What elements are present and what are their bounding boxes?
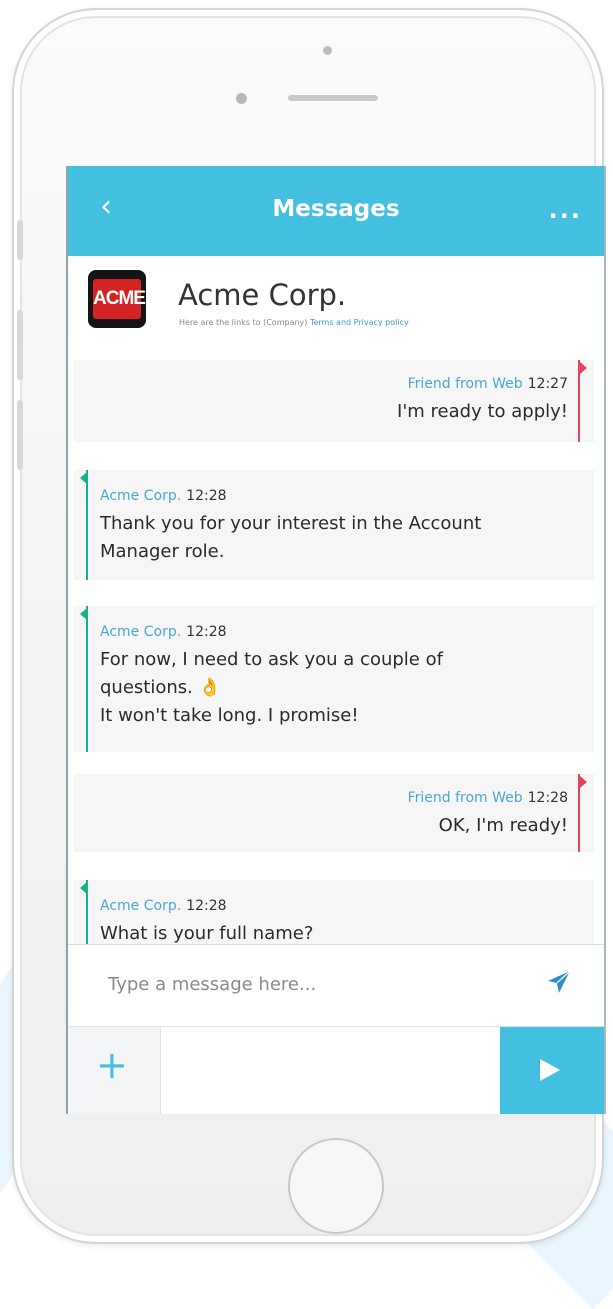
phone-front-camera xyxy=(236,93,247,104)
message-sender: Acme Corp. xyxy=(100,488,182,504)
company-name: Acme Corp. xyxy=(178,278,347,312)
incoming-flag-icon xyxy=(80,608,87,620)
plus-icon: + xyxy=(96,1043,128,1087)
app-topbar: ‹ Messages ... xyxy=(68,166,604,256)
phone-volume-down xyxy=(17,400,23,470)
message-input[interactable] xyxy=(106,963,510,1005)
message-bubble-incoming: Acme Corp. 12:28 For now, I need to ask y… xyxy=(74,606,594,752)
bottom-action-bar: + xyxy=(68,1026,604,1114)
ellipsis-icon[interactable]: ... xyxy=(549,196,582,224)
paper-plane-icon[interactable] xyxy=(546,969,572,995)
incoming-flag-icon xyxy=(80,472,87,484)
message-line: For now, I need to ask you a couple of xyxy=(100,649,443,670)
message-bubble-outgoing: Friend from Web 12:28 OK, I'm ready! xyxy=(74,774,594,852)
message-time: 12:28 xyxy=(527,790,568,806)
message-composer xyxy=(68,944,604,1027)
phone-home-button[interactable] xyxy=(288,1138,384,1234)
message-line: What is your full name? xyxy=(100,923,314,944)
message-time: 12:28 xyxy=(186,488,227,504)
phone-screen: ‹ Messages ... ACME Acme Corp. Here are … xyxy=(66,166,606,1114)
message-meta: Acme Corp. 12:28 xyxy=(100,898,574,914)
incoming-indicator-bar xyxy=(86,606,88,752)
message-content: Friend from Web 12:27 I'm ready to apply! xyxy=(94,376,568,426)
phone-mute-switch xyxy=(17,220,23,260)
play-triangle-icon xyxy=(540,1059,560,1081)
message-bubble-incoming: Acme Corp. 12:28 What is your full name? xyxy=(74,880,594,944)
message-time: 12:28 xyxy=(186,898,227,914)
company-subtitle: Here are the links to (Company) Terms an… xyxy=(179,318,409,327)
phone-speaker xyxy=(288,95,378,101)
message-content: Acme Corp. 12:28 What is your full name? xyxy=(100,898,574,944)
message-meta: Acme Corp. 12:28 xyxy=(100,488,574,504)
send-button[interactable] xyxy=(500,1027,604,1114)
message-list[interactable]: Friend from Web 12:27 I'm ready to apply!… xyxy=(68,360,604,944)
message-content: Acme Corp. 12:28 For now, I need to ask y… xyxy=(100,624,574,730)
message-time: 12:28 xyxy=(186,624,227,640)
message-line: Thank you for your interest in the Accou… xyxy=(100,513,482,534)
phone-frame: ‹ Messages ... ACME Acme Corp. Here are … xyxy=(12,8,606,1244)
message-content: Friend from Web 12:28 OK, I'm ready! xyxy=(94,790,568,840)
page-title: Messages xyxy=(272,196,400,222)
message-sender: Acme Corp. xyxy=(100,898,182,914)
company-subtitle-prefix: Here are the links to (Company) xyxy=(179,318,308,327)
message-bubble-incoming: Acme Corp. 12:28 Thank you for your inter… xyxy=(74,470,594,580)
message-meta: Friend from Web 12:28 xyxy=(94,790,568,806)
message-bubble-outgoing: Friend from Web 12:27 I'm ready to apply! xyxy=(74,360,594,442)
add-attachment-button[interactable]: + xyxy=(68,1027,161,1114)
company-header: ACME Acme Corp. Here are the links to (C… xyxy=(68,256,604,361)
message-meta: Friend from Web 12:27 xyxy=(94,376,568,392)
phone-volume-up xyxy=(17,310,23,380)
message-time: 12:27 xyxy=(527,376,568,392)
message-line: OK, I'm ready! xyxy=(438,815,568,836)
message-line: I'm ready to apply! xyxy=(397,401,568,422)
message-content: Acme Corp. 12:28 Thank you for your inter… xyxy=(100,488,574,566)
message-meta: Acme Corp. 12:28 xyxy=(100,624,574,640)
incoming-flag-icon xyxy=(80,882,87,894)
terms-privacy-link[interactable]: Terms and Privacy policy xyxy=(310,318,409,327)
message-sender: Friend from Web xyxy=(407,790,523,806)
message-line: Manager role. xyxy=(100,541,225,562)
message-sender: Friend from Web xyxy=(407,376,523,392)
logo-wordmark: ACME xyxy=(93,279,146,319)
company-logo: ACME xyxy=(88,270,146,328)
message-line: It won't take long. I promise! xyxy=(100,705,359,726)
message-line: questions. 👌 xyxy=(100,677,221,698)
outgoing-flag-icon xyxy=(580,776,587,788)
phone-sensor-dot xyxy=(323,46,332,55)
outgoing-flag-icon xyxy=(580,362,587,374)
incoming-indicator-bar xyxy=(86,470,88,580)
message-sender: Acme Corp. xyxy=(100,624,182,640)
